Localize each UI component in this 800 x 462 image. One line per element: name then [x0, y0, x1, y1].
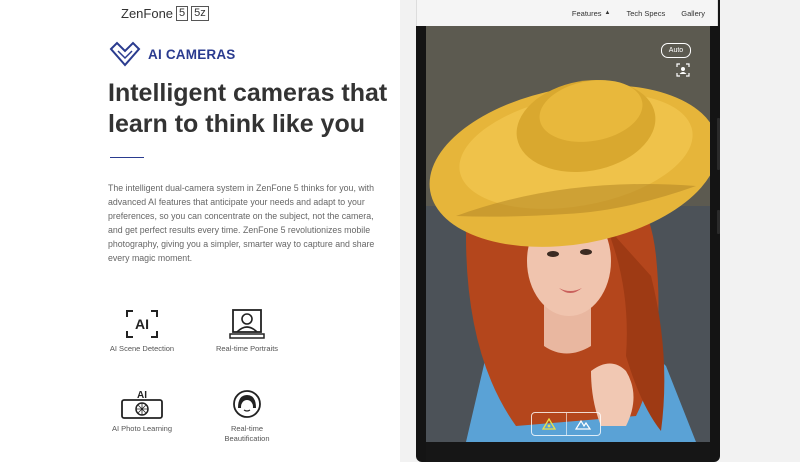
feature-label: AI Scene Detection — [109, 344, 175, 353]
svg-text:AI: AI — [135, 316, 149, 332]
ai-photo-learning-icon: AI — [121, 390, 163, 419]
feature-real-time-portraits: Real-time Portraits — [187, 308, 307, 354]
feature-label: AI Photo Learning — [111, 424, 173, 433]
phone-bottom-bar — [426, 442, 710, 462]
brand-name: ZenFone — [121, 6, 174, 21]
nav-features[interactable]: Features ▲ — [572, 9, 611, 18]
portrait-mode-icon[interactable] — [676, 63, 690, 77]
portrait-frame-icon — [229, 309, 265, 339]
camera-mode-switch[interactable] — [531, 412, 601, 436]
top-nav: Features ▲ Tech Specs Gallery — [416, 0, 718, 26]
headline-divider — [110, 157, 144, 158]
feature-label: Real-time Beautification — [224, 424, 270, 443]
nav-gallery[interactable]: Gallery — [681, 9, 705, 18]
nav-tech-specs[interactable]: Tech Specs — [626, 9, 665, 18]
camera-preview — [426, 26, 710, 442]
beautification-face-icon — [233, 390, 261, 418]
mode-segment-mountain[interactable] — [565, 413, 601, 435]
ai-triangle-icon — [541, 418, 556, 430]
brand-model-5z: 5z — [191, 6, 209, 21]
feature-ai-photo-learning: AI AI Photo Learning — [82, 388, 202, 434]
section-title: AI CAMERAS — [148, 46, 236, 62]
feature-label: Real-time Portraits — [215, 344, 279, 353]
brand-logo[interactable]: ZenFone 5 5z — [121, 6, 209, 21]
ai-scene-icon: AI — [126, 310, 158, 338]
camera-mode-badge[interactable]: Auto — [661, 43, 691, 58]
page-headline: Intelligent cameras that learn to think … — [108, 79, 388, 138]
nav-label: Tech Specs — [626, 8, 666, 18]
description-text: The intelligent dual-camera system in Ze… — [108, 183, 375, 263]
chevron-up-icon: ▲ — [604, 10, 611, 16]
feature-ai-scene-detection: AI AI Scene Detection — [82, 308, 202, 354]
nav-label: Features — [571, 8, 602, 18]
heart-diamond-icon — [109, 41, 141, 67]
section-heading: AI CAMERAS — [108, 40, 236, 68]
phone-side-button — [717, 118, 720, 170]
nav-label: Gallery — [681, 8, 705, 18]
brand-model-5: 5 — [176, 6, 189, 21]
phone-side-button — [717, 210, 720, 234]
mode-segment-ai[interactable] — [532, 413, 566, 435]
feature-real-time-beautification: Real-time Beautification — [187, 388, 307, 444]
portrait-photo — [426, 26, 710, 442]
mountain-icon — [575, 419, 592, 430]
